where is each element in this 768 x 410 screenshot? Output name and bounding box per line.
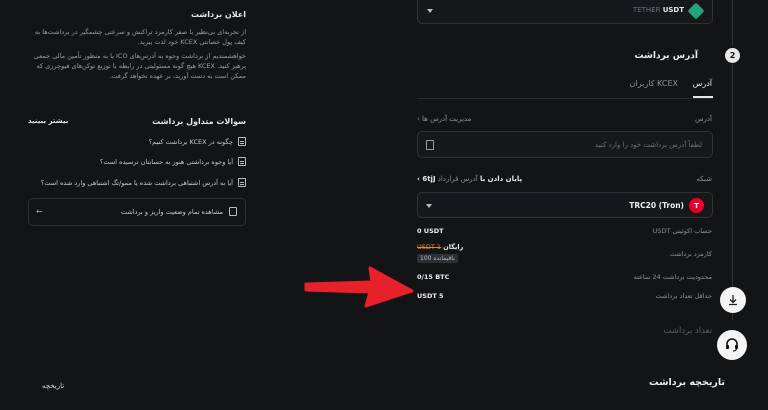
chevron-down-icon [427,9,433,13]
download-button[interactable] [720,287,746,313]
manage-addresses-label: مدیریت آدرس ها [422,115,472,123]
faq-item-label: آیا وجوه برداشتی هنوز به حسابتان نرسیده … [99,157,233,166]
coin-select[interactable]: TETHER USDT [417,0,713,24]
support-button[interactable] [717,330,747,360]
faq-item[interactable]: چگونه در KCEX برداشت کنیم؟ [149,137,246,146]
headset-icon [726,338,738,352]
info-label: USDT حساب اکوئیتی [652,227,712,235]
contract-address: ‹ 6tjJ پایان دادن با آدرس قرارداد [417,175,522,183]
address-book-icon[interactable] [426,140,434,150]
contract-ending-text: پایان دادن با [479,175,523,183]
info-value: 0/15 BTC [417,273,450,281]
manage-addresses-link[interactable]: ‹ مدیریت آدرس ها [417,115,471,123]
info-label: محدودیت برداشت 24 ساعته [633,273,712,281]
document-icon [238,178,246,187]
info-label: کارمزد برداشت [669,250,712,258]
see-more-link[interactable]: بیشتر ببینید [28,117,68,125]
tron-icon: T [689,198,704,213]
document-icon [238,157,246,166]
contract-suffix: 6tjJ [422,175,436,183]
network-selected: TRC20 (Tron) [629,201,684,210]
step-timeline-line [732,0,733,46]
faq-item[interactable]: آیا وجوه برداشتی هنوز به حسابتان نرسیده … [100,157,246,166]
deposit-withdraw-status-link[interactable]: ← مشاهده تمام وضعیت واریز و برداشت [28,198,246,226]
notice-paragraph-1: از تجربه‌ای بی‌نظیر با صفر کارمزد تراکنش… [34,28,246,46]
tabs-divider [417,98,713,99]
faq-title: سوالات متداول برداشت [152,117,246,126]
network-label: شبکه [696,175,712,183]
red-arrow-annotation [304,266,414,308]
step-3-title: تعداد برداشت [663,326,712,336]
fee-original: USDT 1 [417,243,442,251]
coin-symbol: USDT [662,6,684,14]
faq-item-label: چگونه در KCEX برداشت کنیم؟ [148,137,233,146]
contract-label: آدرس قرارداد [437,175,478,183]
info-label: حداقل تعداد برداشت [655,292,712,300]
tab-address[interactable]: آدرس [693,79,712,88]
fee-free: رایگان [443,243,464,251]
history-tab[interactable]: تاریخچه [42,382,64,390]
step-timeline-line [732,64,733,320]
document-icon [238,137,246,146]
download-icon [729,295,737,306]
info-value: 0 USDT [417,227,444,235]
faq-item-label: آیا به آدرس اشتباهی برداشت شده یا ممو/تگ… [40,178,233,187]
status-link-label: مشاهده تمام وضعیت واریز و برداشت [120,208,223,216]
notice-title: اعلان برداشت [190,10,246,19]
tether-icon [687,2,705,20]
arrow-left-icon: ← [36,207,43,216]
step-2-title: آدرس برداشت [634,51,699,61]
tab-kcex-users[interactable]: کاربران KCEX [630,79,678,88]
step-2-indicator: 2 [725,48,740,63]
network-select[interactable]: TRC20 (Tron) T [417,192,713,218]
remaining-badge: باقیمانده 100 [417,254,458,263]
address-input[interactable]: لطفاً آدرس برداشت خود را وارد کنید [417,131,713,158]
chevron-down-icon [426,204,432,208]
info-value: USDT 5 [417,292,444,300]
status-doc-icon [229,207,237,216]
address-placeholder: لطفاً آدرس برداشت خود را وارد کنید [595,141,702,149]
faq-item[interactable]: آیا به آدرس اشتباهی برداشت شده یا ممو/تگ… [41,178,246,187]
fee-value: USDT 1 رایگان [417,243,463,251]
coin-full-name: TETHER [632,6,661,14]
address-label: آدرس [695,115,712,123]
withdraw-history-title: تاریخچه برداشت [649,377,725,388]
withdraw-notice: اعلان برداشت از تجربه‌ای بی‌نظیر با صفر … [28,10,246,85]
notice-paragraph-2: خواهشمندیم از برداشت وجوه به آدرس‌های IC… [33,52,246,80]
